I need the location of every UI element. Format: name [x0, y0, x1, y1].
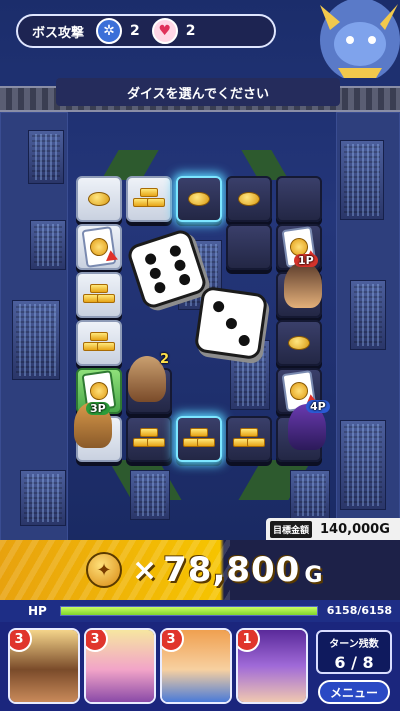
board-tile [226, 176, 272, 222]
heart-icon: ♥ [151, 18, 178, 44]
board-tile [126, 176, 172, 222]
player-piece-badge: 4P [306, 400, 330, 413]
hp-label: HP [28, 604, 47, 618]
score-amount: 78,800 [163, 550, 301, 590]
score-unit: G [304, 562, 323, 588]
gold-bars-icon [133, 188, 165, 210]
party-member-4[interactable]: 1 [236, 628, 308, 704]
party-member-3[interactable]: 3 [160, 628, 232, 704]
board-tile [176, 416, 222, 462]
board-tile [76, 320, 122, 366]
gear-icon: ✲ [96, 18, 123, 44]
boss-portrait [280, 0, 400, 78]
party-panel: 3 3 3 1 ターン残数 6 / 8 メニュー [0, 622, 400, 711]
target-label: 目標金額 [270, 520, 313, 538]
building [340, 140, 384, 220]
board-tile [76, 224, 122, 270]
player-piece-1p [284, 262, 322, 308]
hp-fill [61, 607, 317, 615]
building [350, 280, 386, 350]
turns-remaining: ターン残数 6 / 8 [316, 630, 392, 674]
menu-button[interactable]: メニュー [318, 680, 390, 704]
gear-count: 2 [130, 23, 140, 39]
turns-value: 6 / 8 [334, 653, 374, 672]
board-tile [176, 176, 222, 222]
dice-three[interactable] [193, 285, 269, 361]
boss-attack-label: ボス攻撃 [32, 25, 85, 41]
gold-bars-icon [233, 428, 265, 450]
turns-label: ターン残数 [329, 639, 379, 650]
building [30, 220, 66, 270]
board-tile [276, 176, 322, 222]
party-member-1[interactable]: 3 [8, 628, 80, 704]
gold-bars-icon [133, 428, 165, 450]
building [130, 470, 170, 520]
hp-bar: HP 6158/6158 [0, 600, 400, 622]
coin-icon [188, 192, 210, 206]
building [28, 130, 64, 184]
board-tile [126, 416, 172, 462]
player-piece-badge: 3P [86, 402, 110, 415]
hp-track [60, 606, 318, 616]
coin-icon [288, 336, 310, 350]
gold-bars-icon [83, 284, 115, 306]
instruction-banner: ダイスを選んでください [56, 78, 340, 106]
player-piece-badge: 2 [160, 352, 170, 367]
building [290, 470, 330, 520]
multiplier-sign: × [132, 552, 158, 588]
coin-icon [238, 192, 260, 206]
gold-bars-icon [183, 428, 215, 450]
building [12, 300, 60, 380]
building [340, 420, 386, 510]
card-icon [81, 226, 118, 268]
board-tile [276, 320, 322, 366]
board-tile [226, 416, 272, 462]
board-tile [76, 176, 122, 222]
hp-value: 6158/6158 [326, 604, 392, 617]
building [20, 470, 66, 526]
heart-count: 2 [185, 23, 196, 39]
target-amount: 目標金額 140,000G [266, 518, 400, 540]
player-piece-badge: 1P [294, 254, 318, 267]
board-tile [226, 224, 272, 270]
party-member-2[interactable]: 3 [84, 628, 156, 704]
score-panel: ✦ × 78,800 G [0, 540, 400, 600]
boss-attack-bar: ボス攻撃 ✲ 2 ♥ 2 [16, 14, 276, 48]
board-tile [76, 272, 122, 318]
gold-coin-icon: ✦ [86, 552, 122, 588]
coin-icon [88, 192, 110, 206]
target-value: 140,000G [320, 521, 390, 537]
gold-bars-icon [83, 332, 115, 354]
